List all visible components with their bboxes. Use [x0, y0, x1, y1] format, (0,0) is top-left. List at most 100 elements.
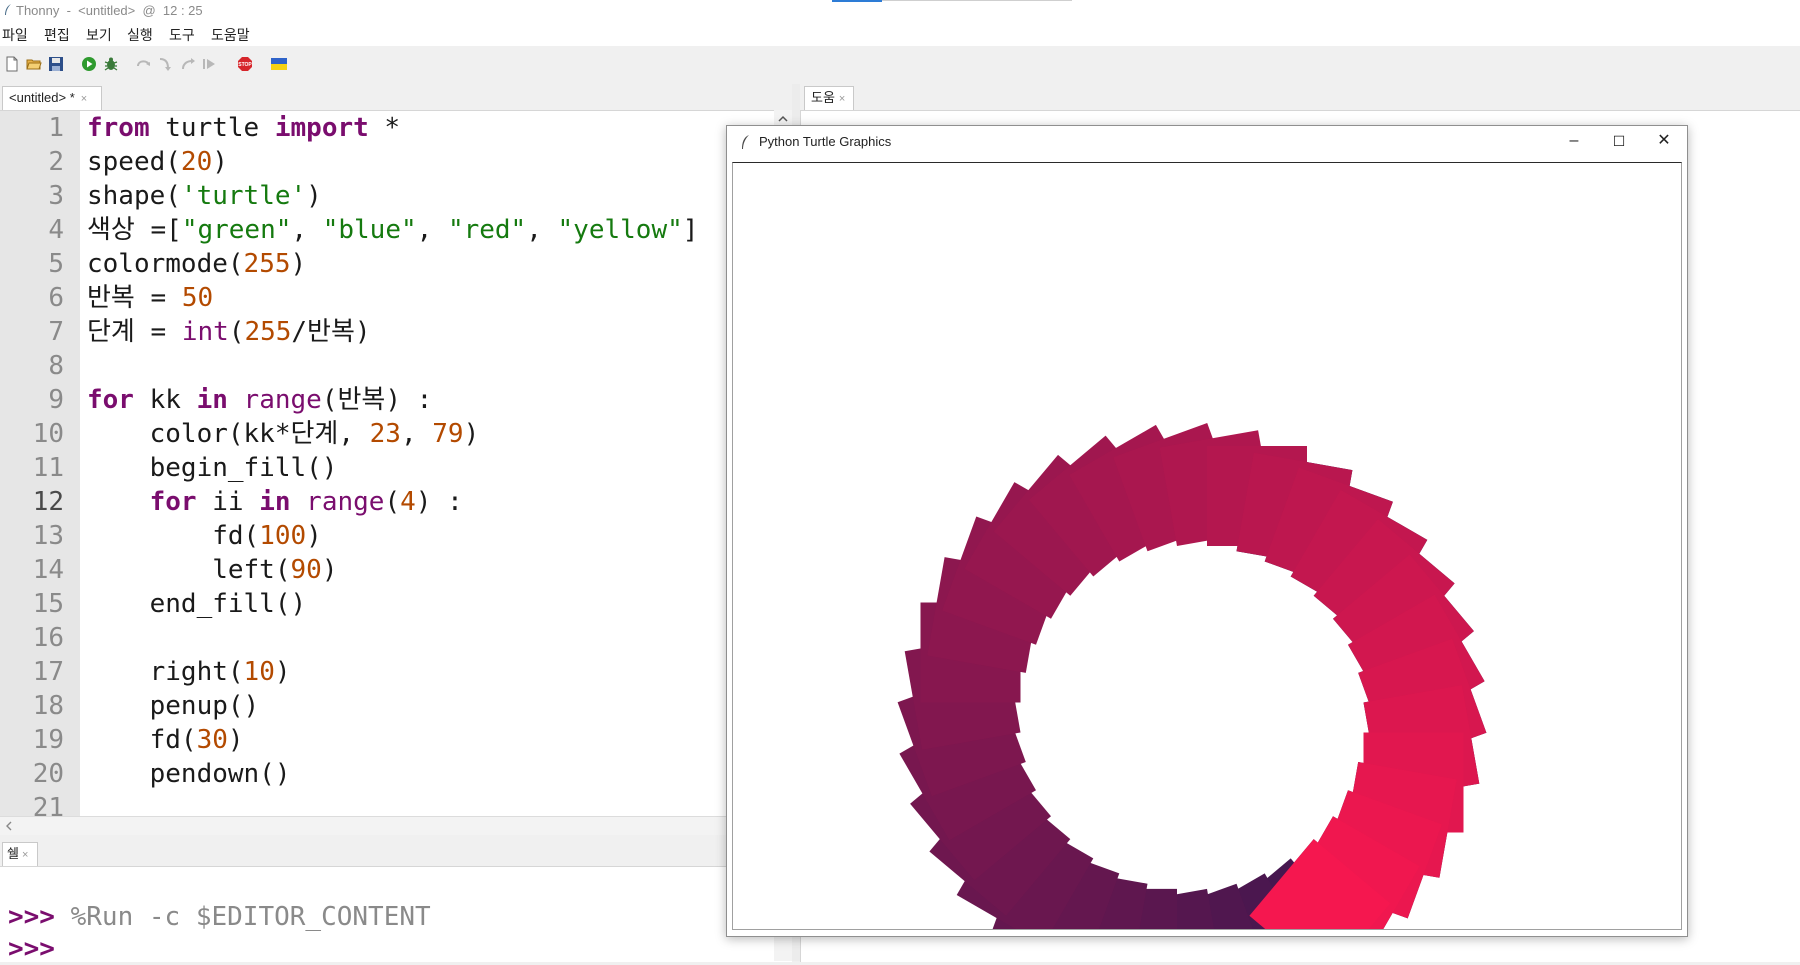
menu-edit[interactable]: 편집	[44, 25, 70, 45]
code-token: )	[321, 555, 338, 585]
menu-tools[interactable]: 도구	[169, 25, 195, 45]
code-token: 색상 =[	[87, 215, 182, 245]
code-token: left(	[87, 555, 291, 585]
code-editor[interactable]: 1 2 3 4 5 6 7 8 9 10 11 12 13 14 15 16 1…	[0, 110, 792, 817]
tab-label: 도움	[811, 90, 835, 105]
code-token: begin_fill()	[87, 453, 338, 483]
code-token: (	[228, 317, 245, 347]
editor-horizontal-scrollbar[interactable]	[0, 816, 792, 835]
feather-icon	[742, 135, 749, 149]
tab-untitled[interactable]: <untitled> * ×	[2, 86, 102, 110]
code-line: for kk in range(반복) :	[87, 383, 432, 417]
code-token: kk	[133, 385, 197, 415]
line-number: 18	[32, 691, 64, 721]
scroll-up-icon[interactable]	[777, 114, 789, 124]
code-token: fd(	[87, 725, 197, 755]
code-token: 100	[259, 521, 307, 551]
tab-close-icon[interactable]: ×	[81, 93, 87, 105]
new-file-icon[interactable]	[4, 56, 20, 72]
code-token: )	[290, 249, 307, 279]
scroll-left-icon[interactable]	[4, 820, 14, 832]
shell-console[interactable]: >>> %Run -c $EDITOR_CONTENT >>>	[0, 866, 792, 965]
code-token: ii	[196, 487, 260, 517]
code-line: penup()	[87, 689, 260, 723]
line-number: 13	[32, 521, 64, 551]
tab-close-icon[interactable]: ×	[839, 93, 845, 105]
line-number: 21	[32, 793, 64, 817]
debug-icon[interactable]	[103, 56, 119, 72]
code-line: fd(30)	[87, 723, 244, 757]
code-token: "yellow"	[557, 215, 683, 245]
code-line: right(10)	[87, 655, 291, 689]
code-token: )	[463, 419, 480, 449]
tab-help[interactable]: 도움 ×	[804, 86, 854, 110]
code-token: colormode(	[87, 249, 244, 279]
menu-run[interactable]: 실행	[127, 25, 153, 45]
minimize-button[interactable]: –	[1551, 126, 1597, 158]
line-number-current: 12	[32, 487, 64, 517]
menu-view[interactable]: 보기	[86, 25, 112, 45]
step-out-icon[interactable]	[180, 56, 196, 72]
code-token: ]	[682, 215, 699, 245]
code-line: left(90)	[87, 553, 337, 587]
help-tab-bar: 도움 ×	[800, 84, 1800, 110]
line-number: 14	[32, 555, 64, 585]
step-into-icon[interactable]	[157, 56, 173, 72]
tab-close-icon[interactable]: ×	[22, 849, 28, 861]
code-token: turtle	[149, 113, 275, 143]
code-token: 90	[290, 555, 322, 585]
line-number: 8	[48, 351, 64, 381]
tab-shell[interactable]: 쉘 ×	[2, 842, 38, 866]
stop-icon[interactable]: STOP	[237, 56, 253, 72]
code-token: ) :	[415, 487, 463, 517]
line-number: 20	[32, 759, 64, 789]
turtle-window-title-bar[interactable]: Python Turtle Graphics – ☐ ✕	[727, 126, 1687, 158]
line-number: 3	[48, 181, 64, 211]
ukraine-flag-icon[interactable]	[271, 56, 287, 72]
maximize-button[interactable]: ☐	[1596, 126, 1642, 158]
window-title-bar: Thonny - <untitled> @ 12 : 25	[0, 0, 1800, 22]
step-over-icon[interactable]	[136, 56, 152, 72]
code-line: 반복 = 50	[87, 281, 213, 315]
shell-line: >>> %Run -c $EDITOR_CONTENT	[8, 901, 431, 933]
code-line: from turtle import *	[87, 111, 400, 145]
line-number: 2	[48, 147, 64, 177]
code-token: 30	[196, 725, 228, 755]
code-token: in	[196, 385, 228, 415]
code-area[interactable]: from turtle import * speed(20) shape('turt…	[87, 111, 787, 817]
turtle-graphics-window[interactable]: Python Turtle Graphics – ☐ ✕	[726, 125, 1688, 937]
line-number: 7	[48, 317, 64, 347]
code-token: 반복 =	[87, 283, 182, 313]
shell-line: >>>	[8, 933, 55, 965]
run-icon[interactable]	[81, 56, 97, 72]
code-token: color(kk*단계,	[87, 419, 370, 449]
code-token: import	[274, 113, 369, 143]
code-token: for	[149, 487, 197, 517]
close-button[interactable]: ✕	[1641, 126, 1687, 158]
taskbar-divider	[882, 0, 1072, 1]
code-token: (반복) :	[321, 385, 433, 415]
resume-icon[interactable]	[201, 56, 217, 72]
code-token: fd(	[87, 521, 260, 551]
code-token: 79	[432, 419, 464, 449]
code-token: ,	[416, 215, 448, 245]
open-file-icon[interactable]	[26, 56, 42, 72]
tab-label: <untitled> *	[9, 90, 75, 105]
line-number: 16	[32, 623, 64, 653]
code-line: speed(20)	[87, 145, 228, 179]
code-line: begin_fill()	[87, 451, 338, 485]
code-token: range	[227, 385, 322, 415]
menu-file[interactable]: 파일	[2, 25, 28, 45]
code-line: colormode(255)	[87, 247, 306, 281]
code-token: 10	[243, 657, 275, 687]
save-file-icon[interactable]	[48, 56, 64, 72]
code-token: ,	[400, 419, 433, 449]
thonny-feather-icon	[5, 4, 11, 15]
line-number: 19	[32, 725, 64, 755]
code-token: 20	[180, 147, 213, 177]
line-number: 1	[48, 113, 64, 143]
menu-help[interactable]: 도움말	[211, 25, 250, 45]
code-token: "red"	[447, 215, 527, 245]
code-token: "green"	[181, 215, 292, 245]
